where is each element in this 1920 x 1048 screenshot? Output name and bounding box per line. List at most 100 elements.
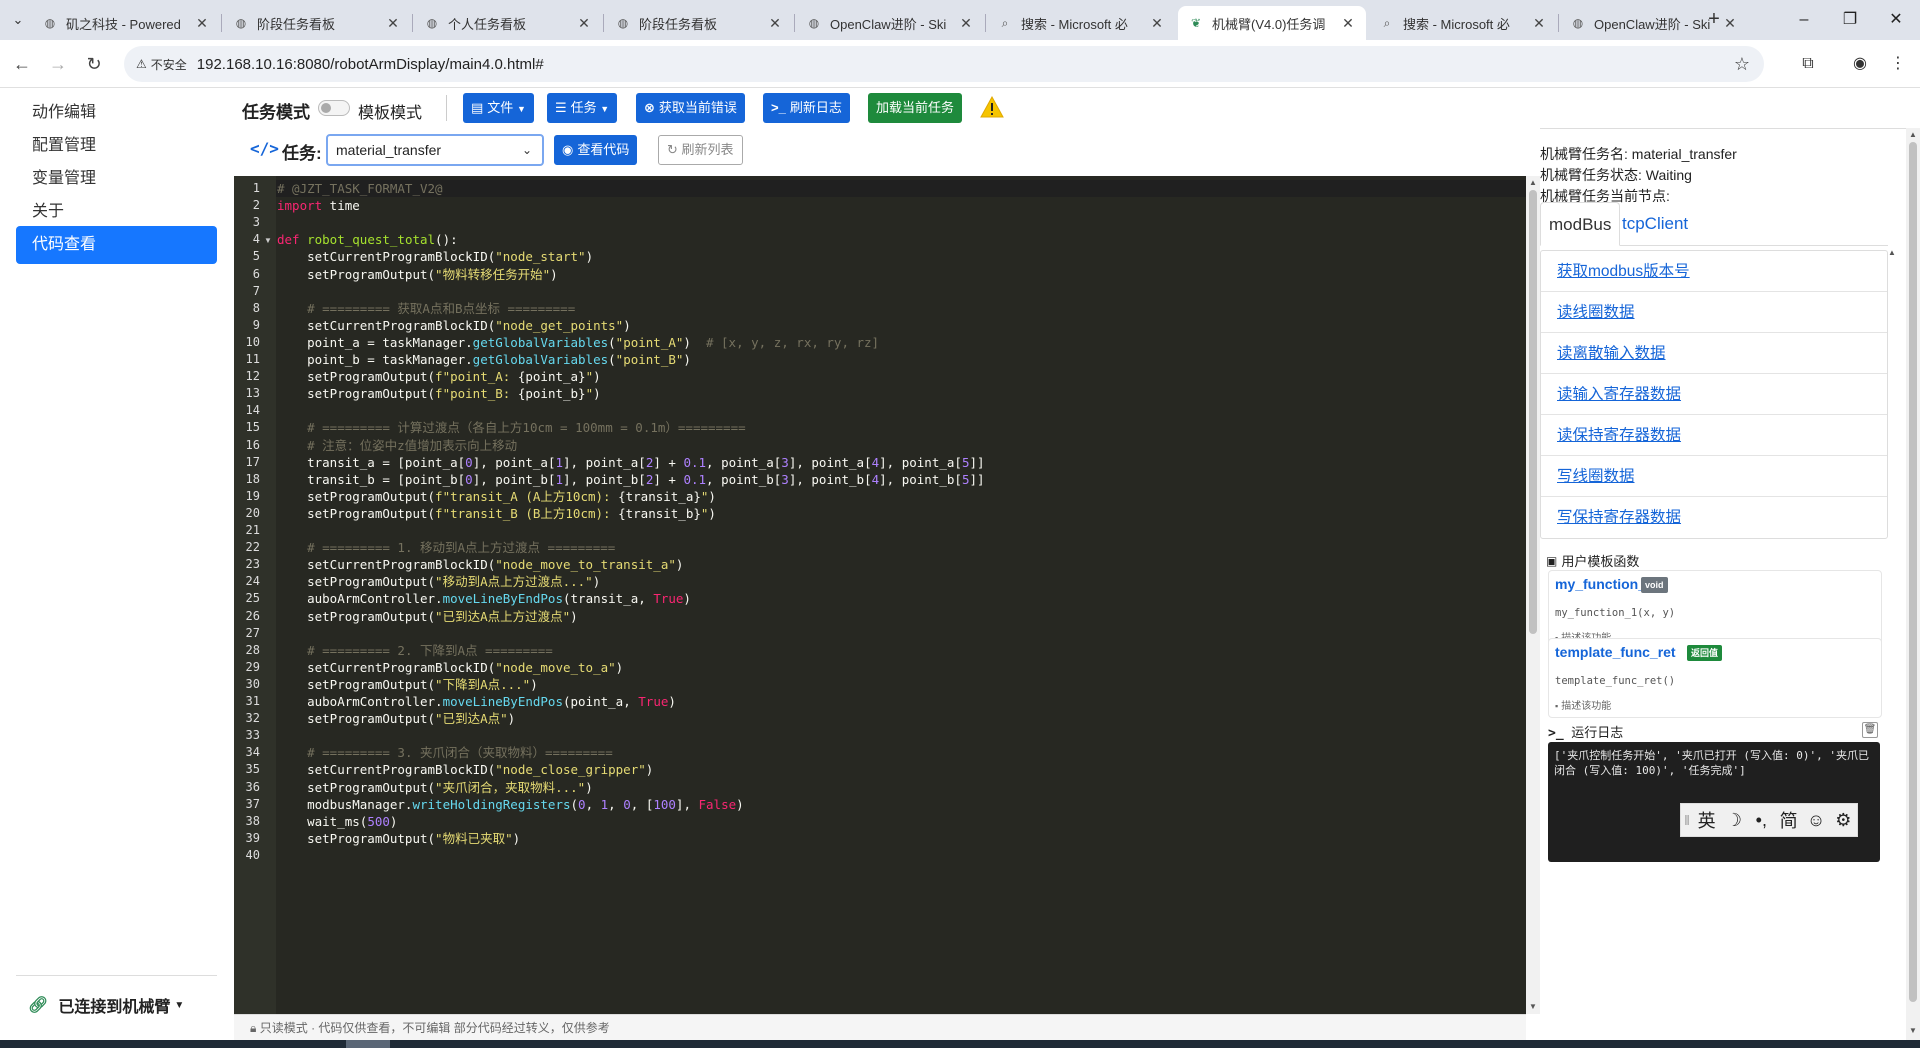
ime-toolbar[interactable]: ‖ 英 ☽ •, 简 ☺ ⚙ [1680, 803, 1858, 837]
tab-title: 机械臂(V4.0)任务调 [1212, 16, 1326, 32]
code-token: # [x, y, z, rx, ry, rz] [705, 334, 880, 350]
minimize-icon[interactable]: – [1784, 6, 1824, 34]
line-number: 4 [252, 232, 260, 247]
extensions-icon[interactable]: ⧉ [1796, 52, 1820, 76]
code-line: setProgramOutput("下降到A点...") [277, 676, 538, 693]
browser-tab[interactable]: ◍ 个人任务看板 ✕ [414, 6, 602, 40]
code-token: # @JZT_TASK_FORMAT_V2@ [277, 181, 443, 196]
view-code-button[interactable]: ◉ 查看代码 [554, 135, 638, 165]
trash-icon[interactable]: 🗑︎ [1862, 722, 1878, 738]
links-scroll-up-icon[interactable]: ▲ [1888, 248, 1900, 260]
not-secure-label[interactable]: 不安全 [151, 56, 187, 73]
code-line: import time [277, 197, 360, 214]
code-token: setProgramOutput( [277, 369, 436, 385]
modbus-action-link[interactable]: 读输入寄存器数据 [1541, 374, 1887, 415]
tab-close-icon[interactable]: ✕ [958, 15, 974, 32]
warning-triangle-icon[interactable] [980, 96, 1004, 118]
browser-tab[interactable]: ◍ 阶段任务看板 ✕ [605, 6, 793, 40]
code-token: ) [592, 574, 601, 590]
code-token: "node_get_points" [495, 317, 624, 333]
file-menu-button[interactable]: ▤ 文件 ▼ [463, 93, 534, 123]
sidebar-item[interactable]: 代码查看 [16, 226, 217, 264]
new-tab-button[interactable]: + [1702, 8, 1726, 32]
tab-modbus[interactable]: modBus [1540, 202, 1621, 246]
tab-close-icon[interactable]: ✕ [194, 15, 210, 32]
ime-moon-icon[interactable]: ☽ [1720, 810, 1747, 831]
task-select[interactable]: material_transfer ⌄ [326, 134, 544, 166]
tab-close-icon[interactable]: ✕ [1531, 15, 1547, 32]
modbus-action-link[interactable]: 写线圈数据 [1541, 456, 1887, 497]
browser-tab[interactable]: ◍ OpenClaw进阶 - Ski ✕ [796, 6, 984, 40]
ime-simplified-icon[interactable]: 简 [1775, 807, 1802, 833]
template-function-card[interactable]: template_func_ret 返回值 template_func_ret() ▪… [1548, 638, 1882, 718]
url-text[interactable]: 192.168.10.16:8080/robotArmDisplay/main4… [197, 56, 544, 73]
fold-caret-icon[interactable]: ▼ [264, 236, 272, 245]
scroll-up-icon[interactable]: ▲ [1909, 130, 1917, 139]
tab-tcpclient[interactable]: tcpClient [1614, 202, 1696, 246]
code-token: # ========= 计算过渡点（各自上方10cm = 100mm = 0.1… [307, 420, 746, 436]
tab-close-icon[interactable]: ✕ [1149, 15, 1165, 32]
connection-status-dropdown[interactable]: 🔗︎ 已连接到机械臂 ▼ [28, 993, 184, 1017]
right-panel-scrollbar-thumb[interactable] [1909, 142, 1917, 1002]
refresh-list-button[interactable]: ↻ 刷新列表 [658, 135, 743, 165]
template-mode-toggle[interactable] [318, 100, 350, 116]
restore-icon[interactable]: ❐ [1830, 6, 1870, 34]
code-line: setCurrentProgramBlockID("node_move_to_t… [277, 556, 683, 573]
back-icon[interactable]: ← [10, 52, 34, 76]
template-function-name[interactable]: template_func_ret [1555, 644, 1676, 660]
modbus-action-link[interactable]: 读线圈数据 [1541, 292, 1887, 333]
modbus-action-link[interactable]: 写保持寄存器数据 [1541, 497, 1887, 538]
ime-english-icon[interactable]: 英 [1693, 807, 1720, 833]
bookmark-star-icon[interactable]: ☆ [1734, 54, 1750, 75]
scroll-up-icon[interactable]: ▲ [1529, 178, 1537, 187]
task-menu-button[interactable]: ☰ 任务 ▼ [547, 93, 618, 123]
right-panel-scrollbar[interactable]: ▲ ▼ [1906, 128, 1920, 1040]
ime-punctuation-icon[interactable]: •, [1748, 810, 1775, 831]
editor-scrollbar[interactable]: ▲ ▼ [1526, 176, 1540, 1014]
browser-tab[interactable]: ❦ 机械臂(V4.0)任务调 ✕ [1178, 6, 1366, 40]
tab-close-icon[interactable]: ✕ [385, 15, 401, 32]
not-secure-warning-icon[interactable]: ⚠ [136, 57, 147, 71]
line-number: 6 [252, 266, 260, 281]
code-token: 3 [781, 471, 789, 487]
browser-menu-icon[interactable]: ⋮ [1886, 52, 1910, 76]
browser-tab[interactable]: ◍ 矶之科技 - Powered ✕ [32, 6, 220, 40]
tab-close-icon[interactable]: ✕ [767, 15, 783, 32]
load-current-task-button[interactable]: 加载当前任务 [868, 93, 963, 123]
browser-tab[interactable]: ◍ 阶段任务看板 ✕ [223, 6, 411, 40]
tab-close-icon[interactable]: ✕ [1340, 15, 1356, 32]
view-code-label: 查看代码 [577, 142, 630, 157]
scroll-down-icon[interactable]: ▼ [1909, 1026, 1917, 1035]
browser-tab[interactable]: ⌕ 搜索 - Microsoft 必 ✕ [1369, 6, 1557, 40]
template-function-name[interactable]: my_function_1 [1555, 576, 1654, 592]
modbus-action-link[interactable]: 读离散输入数据 [1541, 333, 1887, 374]
code-editor[interactable]: 1 2 3 4 ▼ 5 6 7 8 9 10 11 12 13 14 15 16 17 18 19 20 21 22 23 24… [234, 176, 1526, 1014]
modbus-action-link[interactable]: 读保持寄存器数据 [1541, 415, 1887, 456]
code-token: modbusManager. [277, 796, 413, 812]
code-token: def [277, 232, 300, 248]
code-token: transit_a = [point_a[ [277, 454, 466, 470]
forward-icon[interactable]: → [46, 52, 70, 76]
profile-icon[interactable]: ◉ [1848, 52, 1872, 76]
run-log-header: >_ 运行日志 [1548, 722, 1623, 741]
tab-search-chevron-icon[interactable]: ⌄ [6, 8, 30, 32]
modbus-action-link[interactable]: 获取modbus版本号 [1541, 251, 1887, 292]
refresh-log-button[interactable]: >_ 刷新日志 [763, 93, 850, 123]
url-omnibox[interactable]: ⚠ 不安全 192.168.10.16:8080/robotArmDisplay… [124, 46, 1764, 82]
code-token: 0.1 [683, 454, 707, 470]
get-current-error-button[interactable]: ⊗ 获取当前错误 [636, 93, 745, 123]
refresh-icon: ↻ [667, 142, 678, 157]
scroll-down-icon[interactable]: ▼ [1529, 1002, 1537, 1011]
editor-scrollbar-thumb[interactable] [1529, 190, 1537, 634]
tab-close-icon[interactable]: ✕ [576, 15, 592, 32]
line-number: 27 [245, 625, 260, 640]
ime-settings-icon[interactable]: ⚙ [1830, 810, 1857, 831]
line-number: 25 [245, 591, 260, 606]
ime-grip-icon[interactable]: ‖ [1681, 812, 1693, 828]
terminal-icon: >_ [1548, 726, 1564, 741]
close-window-icon[interactable]: ✕ [1876, 6, 1916, 34]
ime-emoji-icon[interactable]: ☺ [1802, 810, 1829, 831]
code-token: moveLineByEndPos [442, 694, 563, 709]
browser-tab[interactable]: ⌕ 搜索 - Microsoft 必 ✕ [987, 6, 1175, 40]
reload-icon[interactable]: ↻ [82, 52, 106, 76]
